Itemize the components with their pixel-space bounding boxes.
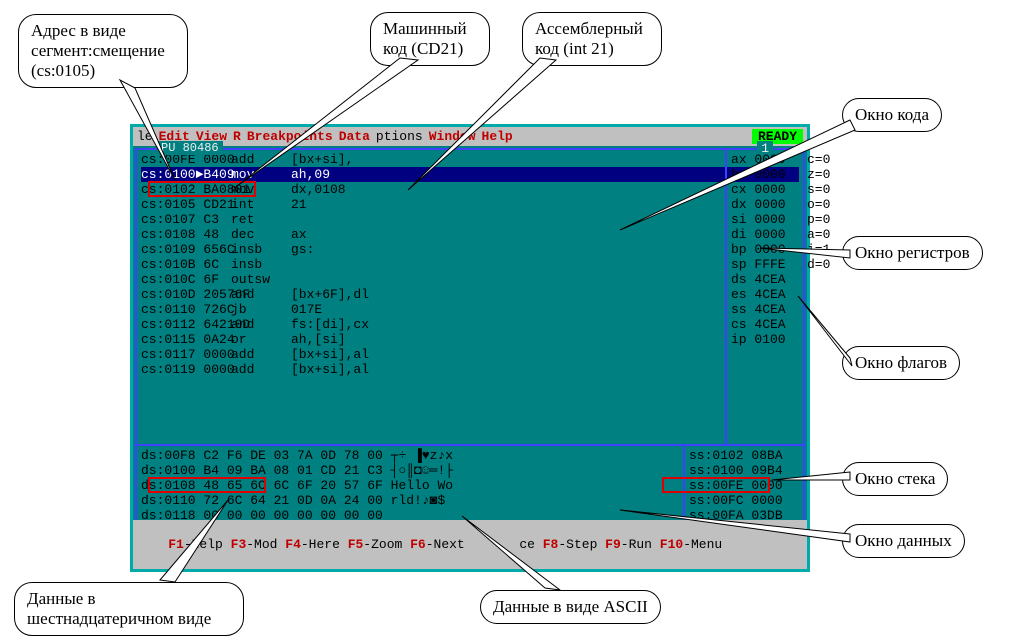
callout-ac: Ассемблерный код (int 21) bbox=[522, 12, 662, 66]
code-row[interactable]: cs:0108 48 dec ax bbox=[141, 227, 799, 242]
register-row[interactable]: dx 0000 bbox=[731, 197, 799, 212]
register-row[interactable]: es 4CEA bbox=[731, 287, 799, 302]
menu-breakpoints[interactable]: Breakpoints bbox=[247, 129, 333, 144]
register-row[interactable]: cs 4CEA bbox=[731, 317, 799, 332]
stack-pane[interactable]: ss:0102 08BAss:0100 09B4ss:00FE 0000ss:0… bbox=[683, 446, 803, 526]
flag-row[interactable]: c=0 bbox=[807, 152, 837, 167]
code-row[interactable]: cs:0105 CD21 int 21 bbox=[141, 197, 799, 212]
menu-file[interactable]: le bbox=[137, 129, 153, 144]
code-row[interactable]: cs:00FE 0000 add [bx+si], bbox=[141, 152, 799, 167]
menu-run[interactable]: R bbox=[233, 129, 241, 144]
menu-help[interactable]: Help bbox=[482, 129, 513, 144]
dump-pane[interactable]: ds:00F8 C2 F6 DE 03 7A 0D 78 00 ┬÷ ▐♥z♪x… bbox=[135, 446, 805, 528]
register-row[interactable]: si 0000 bbox=[731, 212, 799, 227]
code-row[interactable]: cs:010D 20576F and [bx+6F],dl bbox=[141, 287, 799, 302]
code-row[interactable]: cs:0109 656C insb gs: bbox=[141, 242, 799, 257]
register-row[interactable]: di 0000 bbox=[731, 227, 799, 242]
register-row[interactable]: cx 0000 bbox=[731, 182, 799, 197]
code-row[interactable]: cs:0110 726C jb 017E bbox=[141, 302, 799, 317]
code-row[interactable]: cs:0107 C3 ret bbox=[141, 212, 799, 227]
code-row[interactable]: cs:010C 6F outsw bbox=[141, 272, 799, 287]
flag-row[interactable]: d=0 bbox=[807, 257, 837, 272]
status-bar[interactable]: F1-Help F3-Mod F4-Here F5-Zoom F6-Next c… bbox=[133, 520, 807, 569]
flag-row[interactable]: s=0 bbox=[807, 182, 837, 197]
menu-bar[interactable]: le Edit View R Breakpoints Data ptions W… bbox=[133, 127, 807, 146]
callout-stackwin: Окно стека bbox=[842, 462, 948, 496]
register-row[interactable]: bp 0000 bbox=[731, 242, 799, 257]
flag-row[interactable]: i=1 bbox=[807, 242, 837, 257]
menu-window[interactable]: Window bbox=[429, 129, 476, 144]
register-row[interactable]: ss 4CEA bbox=[731, 302, 799, 317]
callout-codewin: Окно кода bbox=[842, 98, 942, 132]
stack-row[interactable]: ss:00FC 0000 bbox=[689, 493, 799, 508]
flag-row[interactable]: z=0 bbox=[807, 167, 837, 182]
flag-row[interactable]: p=0 bbox=[807, 212, 837, 227]
code-listing[interactable]: cs:00FE 0000 add [bx+si],cs:0100►B409 mo… bbox=[137, 150, 803, 379]
register-row[interactable]: ds 4CEA bbox=[731, 272, 799, 287]
code-row[interactable]: cs:0112 64210D and fs:[di],cx bbox=[141, 317, 799, 332]
register-pane[interactable]: ax 0000bx 0000cx 0000dx 0000si 0000di 00… bbox=[725, 150, 803, 444]
debugger-window: le Edit View R Breakpoints Data ptions W… bbox=[130, 124, 810, 572]
callout-flagwin: Окно флагов bbox=[842, 346, 960, 380]
callout-mc: Машинный код (CD21) bbox=[370, 12, 490, 66]
stack-row[interactable]: ss:00FE 0000 bbox=[689, 478, 799, 493]
code-row[interactable]: cs:0117 0000 add [bx+si],al bbox=[141, 347, 799, 362]
flag-row[interactable]: o=0 bbox=[807, 197, 837, 212]
code-row[interactable]: cs:0119 0000 add [bx+si],al bbox=[141, 362, 799, 377]
register-row[interactable]: ip 0100 bbox=[731, 332, 799, 347]
flags-pane[interactable]: c=0z=0s=0o=0p=0a=0i=1d=0 bbox=[805, 150, 839, 444]
register-row[interactable]: sp FFFE bbox=[731, 257, 799, 272]
register-row[interactable]: ax 0000 bbox=[731, 152, 799, 167]
flag-row[interactable]: a=0 bbox=[807, 227, 837, 242]
cpu-title: PU 80486 bbox=[157, 141, 223, 155]
stack-row[interactable]: ss:0102 08BA bbox=[689, 448, 799, 463]
callout-datawin: Окно данных bbox=[842, 524, 965, 558]
code-row[interactable]: cs:0102 BA0801 mov dx,0108 bbox=[141, 182, 799, 197]
code-row[interactable]: cs:0100►B409 mov ah,09 bbox=[141, 167, 799, 182]
menu-data[interactable]: Data bbox=[339, 129, 370, 144]
callout-regwin: Окно регистров bbox=[842, 236, 983, 270]
stack-row[interactable]: ss:0100 09B4 bbox=[689, 463, 799, 478]
cpu-pane: PU 80486 1 cs:00FE 0000 add [bx+si],cs:0… bbox=[135, 148, 805, 446]
code-row[interactable]: cs:0115 0A24 or ah,[si] bbox=[141, 332, 799, 347]
register-row[interactable]: bx 0000 bbox=[731, 167, 799, 182]
callout-ascii: Данные в виде ASCII bbox=[480, 590, 661, 624]
callout-hex: Данные в шестнадцатеричном виде bbox=[14, 582, 244, 636]
code-row[interactable]: cs:010B 6C insb bbox=[141, 257, 799, 272]
menu-options[interactable]: ptions bbox=[376, 129, 423, 144]
callout-addr: Адрес в виде сегмент:смещение (cs:0105) bbox=[18, 14, 188, 88]
